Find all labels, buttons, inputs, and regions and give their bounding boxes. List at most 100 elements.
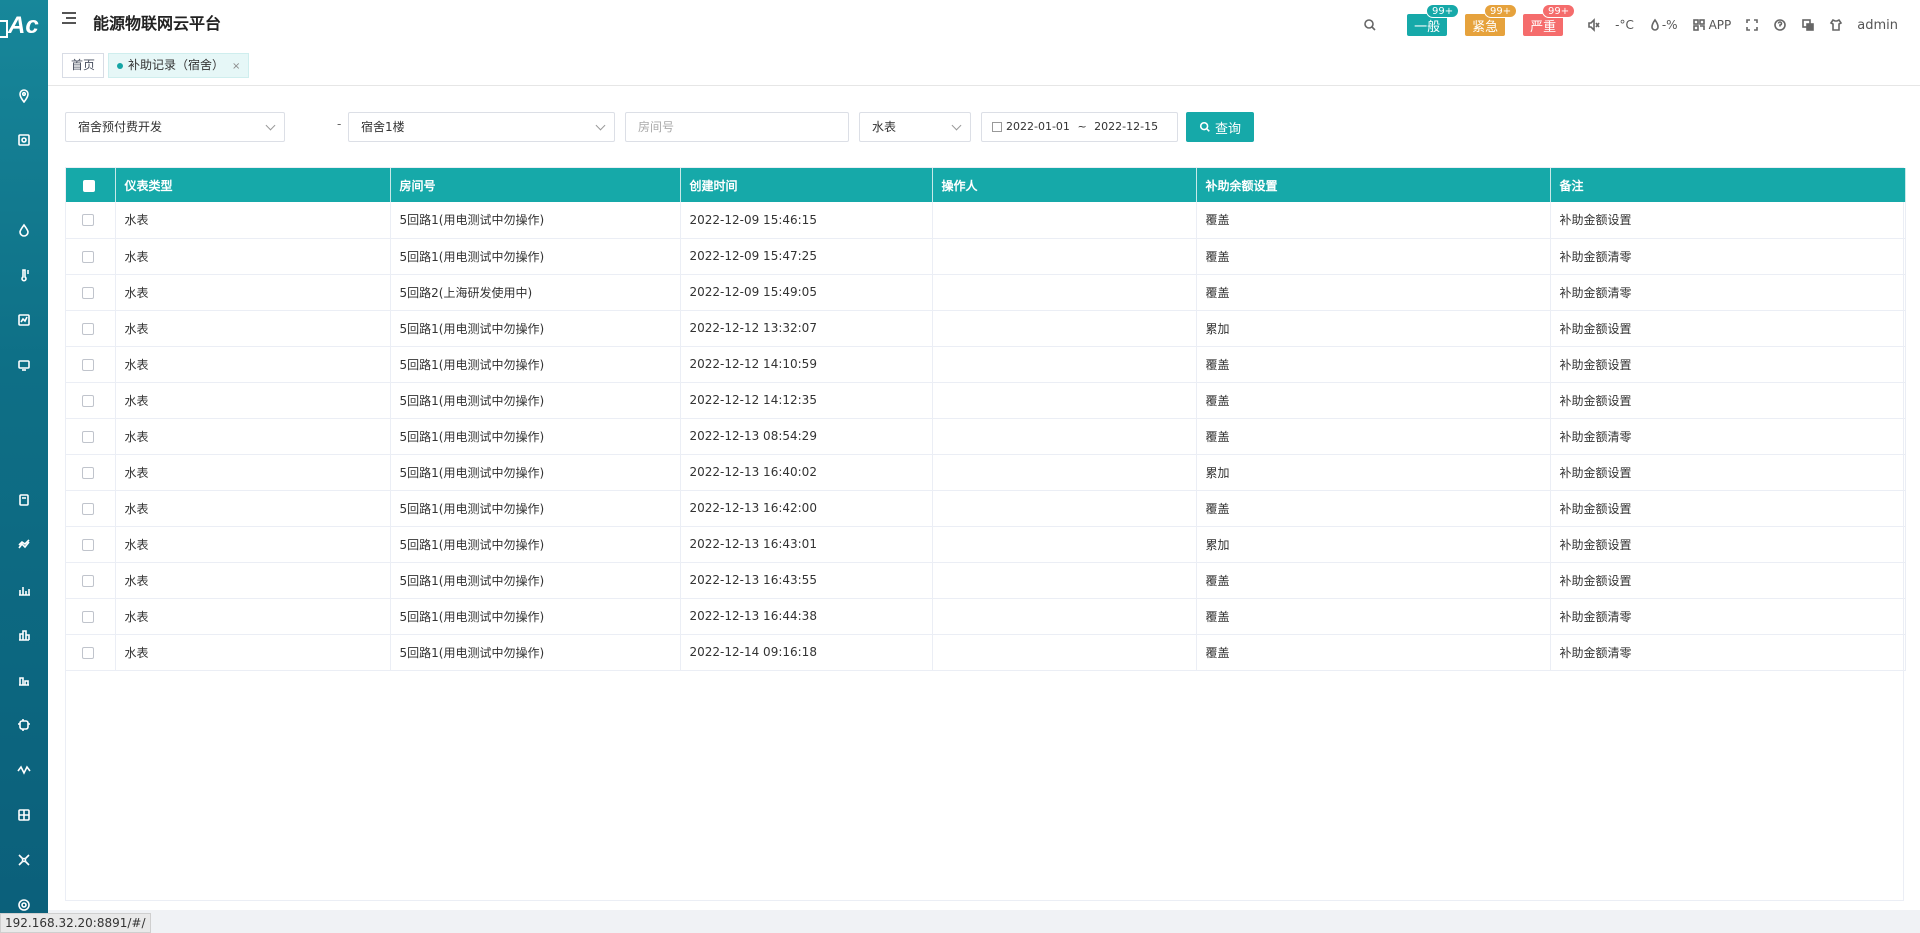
temperature-readout: -°C <box>1615 18 1634 32</box>
table-cell: 补助金额设置 <box>1550 310 1906 347</box>
screen-icon[interactable] <box>14 355 34 375</box>
table-row[interactable]: 水表 5回路1(用电测试中勿操作) 2022-12-13 16:43:55 覆盖 补助金… <box>66 562 1906 599</box>
app-button[interactable]: APP <box>1692 18 1731 32</box>
table-row[interactable]: 水表 5回路1(用电测试中勿操作) 2022-12-13 08:54:29 覆盖 补助金… <box>66 418 1906 455</box>
row-checkbox[interactable] <box>66 490 116 527</box>
building-select[interactable]: 宿舍1楼 <box>348 112 615 142</box>
language-icon[interactable] <box>1801 18 1815 32</box>
tab-close-icon[interactable]: × <box>232 61 240 72</box>
table-row[interactable]: 水表 5回路1(用电测试中勿操作) 2022-12-13 16:43:01 累加 补助金… <box>66 526 1906 563</box>
help-icon[interactable] <box>1773 18 1787 32</box>
table-cell: 2022-12-14 09:16:18 <box>680 634 933 671</box>
table-cell: 覆盖 <box>1196 490 1551 527</box>
table-cell: 水表 <box>115 490 391 527</box>
tab-home[interactable]: 首页 <box>62 53 105 78</box>
table-cell: 水表 <box>115 382 391 419</box>
table-header-row: 仪表类型 房间号 创建时间 操作人 补助余额设置 备注 <box>66 168 1906 202</box>
row-checkbox[interactable] <box>66 382 116 419</box>
document-icon[interactable] <box>14 490 34 510</box>
trend-icon[interactable] <box>14 535 34 555</box>
target-icon[interactable] <box>14 895 34 915</box>
column-header[interactable]: 备注 <box>1550 168 1906 202</box>
table-cell: 水表 <box>115 346 391 383</box>
thermometer-icon[interactable] <box>14 265 34 285</box>
alarm-severe-button[interactable]: 严重 99+ <box>1523 4 1576 36</box>
table-cell: 补助金额设置 <box>1550 382 1906 419</box>
water-drop-icon[interactable] <box>14 220 34 240</box>
mute-icon[interactable] <box>1587 18 1601 32</box>
tab-subsidy-records[interactable]: 补助记录（宿舍） × <box>108 53 250 78</box>
search-icon[interactable] <box>1363 18 1377 32</box>
location-icon[interactable] <box>14 86 34 106</box>
top-bar: 能源物联网云平台 一般 99+ 紧急 99+ 严重 99+ -°C -% APP… <box>48 0 1920 50</box>
statistics-icon[interactable] <box>14 670 34 690</box>
date-range-picker[interactable]: 2022-01-01 ~ 2022-12-15 <box>981 112 1178 142</box>
building-chart-icon[interactable] <box>14 625 34 645</box>
table-cell <box>932 418 1197 455</box>
row-checkbox[interactable] <box>66 418 116 455</box>
row-checkbox[interactable] <box>66 346 116 383</box>
row-checkbox[interactable] <box>66 238 116 275</box>
table-row[interactable]: 水表 5回路1(用电测试中勿操作) 2022-12-09 15:46:15 覆盖 补助金… <box>66 202 1906 239</box>
alarm-general-button[interactable]: 一般 99+ <box>1407 4 1460 36</box>
table-cell: 水表 <box>115 418 391 455</box>
row-checkbox[interactable] <box>66 598 116 635</box>
table-row[interactable]: 水表 5回路1(用电测试中勿操作) 2022-12-13 16:44:38 覆盖 补助金… <box>66 598 1906 635</box>
row-checkbox[interactable] <box>66 454 116 491</box>
column-header[interactable]: 创建时间 <box>680 168 933 202</box>
fullscreen-icon[interactable] <box>1745 18 1759 32</box>
project-select[interactable]: 宿舍预付费开发 <box>65 112 285 142</box>
table-cell: 2022-12-13 08:54:29 <box>680 418 933 455</box>
table-cell: 覆盖 <box>1196 274 1551 311</box>
table-cell: 水表 <box>115 310 391 347</box>
room-number-input[interactable]: 房间号 <box>625 112 849 142</box>
table-row[interactable]: 水表 5回路2(上海研发使用中) 2022-12-09 15:49:05 覆盖 补助金额… <box>66 274 1906 311</box>
row-checkbox[interactable] <box>66 310 116 347</box>
chart-report-icon[interactable] <box>14 310 34 330</box>
table-row[interactable]: 水表 5回路1(用电测试中勿操作) 2022-12-13 16:40:02 累加 补助金… <box>66 454 1906 491</box>
humidity-readout: -% <box>1648 18 1678 32</box>
table-cell <box>932 490 1197 527</box>
row-checkbox[interactable] <box>66 274 116 311</box>
select-all-checkbox[interactable] <box>66 168 116 202</box>
menu-toggle-icon[interactable] <box>62 12 78 26</box>
column-header[interactable]: 操作人 <box>932 168 1197 202</box>
table-cell: 补助金额清零 <box>1550 238 1906 275</box>
alarm-general-count: 99+ <box>1426 4 1460 18</box>
network-icon[interactable] <box>14 850 34 870</box>
table-row[interactable]: 水表 5回路1(用电测试中勿操作) 2022-12-14 09:16:18 覆盖 补助金… <box>66 634 1906 671</box>
table-row[interactable]: 水表 5回路1(用电测试中勿操作) 2022-12-12 13:32:07 累加 补助金… <box>66 310 1906 347</box>
alarm-urgent-button[interactable]: 紧急 99+ <box>1465 4 1518 36</box>
theme-shirt-icon[interactable] <box>1829 18 1843 32</box>
column-header[interactable]: 仪表类型 <box>115 168 391 202</box>
table-cell: 5回路1(用电测试中勿操作) <box>390 598 681 635</box>
table-row[interactable]: 水表 5回路1(用电测试中勿操作) 2022-12-09 15:47:25 覆盖 补助金… <box>66 238 1906 275</box>
column-header[interactable]: 房间号 <box>390 168 681 202</box>
table-cell: 5回路1(用电测试中勿操作) <box>390 418 681 455</box>
monitor-icon[interactable] <box>14 130 34 150</box>
settings-chip-icon[interactable] <box>14 715 34 735</box>
row-checkbox[interactable] <box>66 526 116 563</box>
table-cell: 覆盖 <box>1196 634 1551 671</box>
sidebar: Ac <box>0 0 48 933</box>
table-cell: 覆盖 <box>1196 382 1551 419</box>
table-row[interactable]: 水表 5回路1(用电测试中勿操作) 2022-12-12 14:10:59 覆盖 补助金… <box>66 346 1906 383</box>
meter-type-select[interactable]: 水表 <box>859 112 971 142</box>
query-button[interactable]: 查询 <box>1186 112 1254 142</box>
table-row[interactable]: 水表 5回路1(用电测试中勿操作) 2022-12-12 14:12:35 覆盖 补助金… <box>66 382 1906 419</box>
bar-chart-icon[interactable] <box>14 580 34 600</box>
row-checkbox[interactable] <box>66 634 116 671</box>
table-cell: 5回路1(用电测试中勿操作) <box>390 454 681 491</box>
column-header[interactable]: 补助余额设置 <box>1196 168 1551 202</box>
table-cell: 水表 <box>115 634 391 671</box>
row-checkbox[interactable] <box>66 562 116 599</box>
chevron-down-icon <box>595 120 606 131</box>
table-cell <box>932 202 1197 239</box>
row-checkbox[interactable] <box>66 202 116 239</box>
table-cell: 补助金额清零 <box>1550 598 1906 635</box>
table-cell: 2022-12-12 14:12:35 <box>680 382 933 419</box>
wave-icon[interactable] <box>14 760 34 780</box>
grid-building-icon[interactable] <box>14 805 34 825</box>
table-row[interactable]: 水表 5回路1(用电测试中勿操作) 2022-12-13 16:42:00 覆盖 补助金… <box>66 490 1906 527</box>
user-menu[interactable]: admin <box>1857 18 1898 33</box>
